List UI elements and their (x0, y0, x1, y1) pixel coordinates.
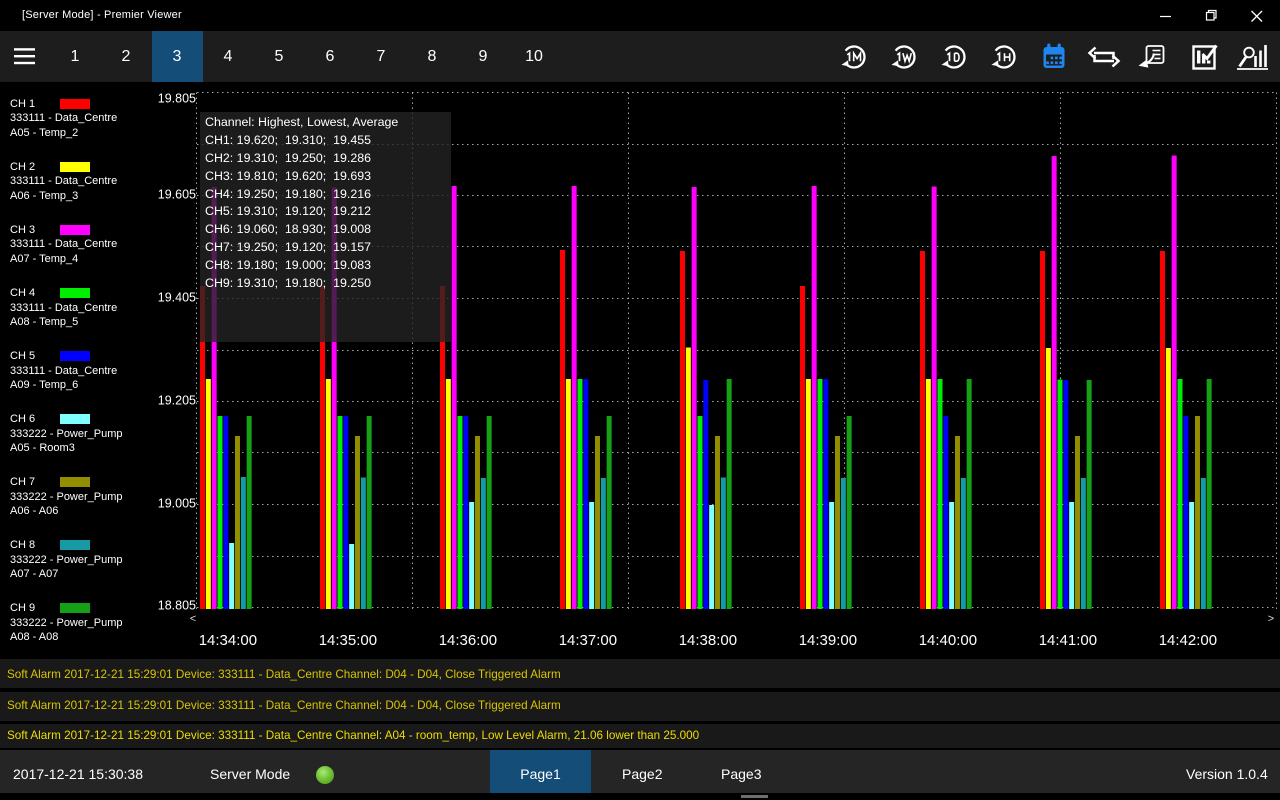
svg-text:19.805: 19.805 (158, 92, 196, 106)
svg-text:>: > (1268, 613, 1274, 625)
svg-text:19.605: 19.605 (158, 188, 196, 202)
svg-text:14:37:00: 14:37:00 (559, 632, 617, 649)
svg-text:18.805: 18.805 (158, 599, 196, 613)
svg-text:14:38:00: 14:38:00 (679, 632, 737, 649)
svg-text:<: < (190, 613, 196, 625)
svg-text:19.005: 19.005 (158, 497, 196, 511)
svg-text:14:42:00: 14:42:00 (1159, 632, 1217, 649)
svg-text:14:36:00: 14:36:00 (439, 632, 497, 649)
svg-text:19.205: 19.205 (158, 394, 196, 408)
svg-text:14:34:00: 14:34:00 (199, 632, 257, 649)
svg-text:14:39:00: 14:39:00 (799, 632, 857, 649)
svg-text:14:35:00: 14:35:00 (319, 632, 377, 649)
svg-text:19.405: 19.405 (158, 291, 196, 305)
svg-text:14:41:00: 14:41:00 (1039, 632, 1097, 649)
svg-text:14:40:00: 14:40:00 (919, 632, 977, 649)
